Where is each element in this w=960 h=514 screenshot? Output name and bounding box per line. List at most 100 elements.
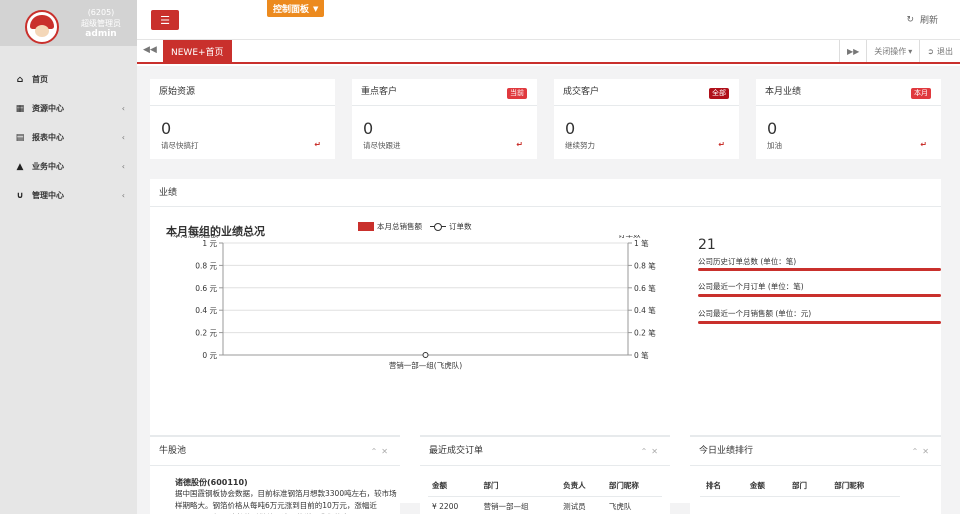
tabs-bar: ◀◀ NEWE+首页 ▶▶ 关闭操作 ▾ ➲ 退出: [137, 40, 960, 64]
chevron-left-icon: ‹: [121, 162, 125, 171]
stat-card-header: 重点客户 当前: [352, 79, 537, 106]
collapse-icon[interactable]: ⌃: [641, 447, 652, 456]
y-tick-label-right: 0.6 笔: [634, 283, 656, 293]
kpi-label: 公司历史订单总数 (单位：笔): [698, 257, 797, 266]
magnet-icon: ∪: [16, 190, 24, 201]
line-point: [422, 352, 429, 358]
y-tick-label-right: 0.2 笔: [634, 328, 656, 338]
logout-button[interactable]: ➲ 退出: [919, 40, 960, 62]
tab-scroll-right-icon[interactable]: ▶▶: [838, 40, 866, 62]
column-header: 排名: [700, 475, 746, 497]
main-content: 原始资源 0 请尽快搞打 ↵ 重点客户 当前 0 请尽快跟进 ↵ 成交客户 全部…: [137, 66, 960, 514]
turn-arrow-icon: ↵: [314, 140, 321, 149]
kpi-label: 公司最近一个月订单 (单位：笔): [698, 282, 804, 291]
table-header-row: 排名 金额 部门 部门昵称: [700, 475, 900, 497]
control-panel-button[interactable]: 控制面板 ▼: [267, 0, 325, 17]
home-icon: ⌂: [16, 74, 24, 85]
logout-label: 退出: [937, 46, 953, 56]
status-badge: 本月: [911, 88, 931, 99]
stat-card-value: 0: [767, 119, 778, 138]
legend-swatch-bar[interactable]: [358, 222, 374, 231]
refresh-button[interactable]: ↻ 刷新: [906, 13, 938, 27]
logout-icon: ➲: [927, 46, 934, 56]
tab-actions: ▶▶ 关闭操作 ▾ ➲ 退出: [838, 40, 960, 62]
column-header: 部门: [479, 475, 560, 497]
user-info: (6205) 超级管理员 admin: [70, 7, 132, 40]
stat-card-header: 本月业绩 本月: [756, 79, 941, 106]
stat-card-value: 0: [161, 119, 172, 138]
refresh-icon: ↻: [906, 14, 914, 25]
stat-card-monthly-performance: 本月业绩 本月 0 加油 ↵: [756, 79, 941, 159]
y-axis-label-left: 本月总销售额: [173, 235, 218, 239]
sidebar-item-resources[interactable]: ▦ 资源中心 ‹: [0, 94, 137, 123]
menu-toggle-button[interactable]: ☰: [151, 10, 179, 30]
refresh-label: 刷新: [919, 16, 938, 26]
y-tick-label-right: 0.4 笔: [634, 305, 656, 315]
stat-card-key-customers: 重点客户 当前 0 请尽快跟进 ↵: [352, 79, 537, 159]
stat-card-value: 0: [565, 119, 576, 138]
turn-arrow-icon: ↵: [920, 140, 927, 149]
caret-down-icon: ▼: [313, 4, 319, 13]
y-tick-label-right: 1 笔: [634, 238, 649, 248]
stat-card-header: 成交客户 全部: [554, 79, 739, 106]
user-name[interactable]: admin: [70, 29, 132, 40]
y-tick-label-left: 1 元: [202, 239, 217, 248]
stat-card-subtitle: 请尽快跟进: [363, 141, 401, 150]
panel-tools: ⌃✕: [371, 437, 392, 466]
column-header: 部门: [788, 475, 831, 497]
stat-card-subtitle: 加油: [767, 141, 782, 150]
column-header: 金额: [745, 475, 789, 497]
column-header: 负责人: [559, 475, 605, 497]
performance-panel-title: 业绩: [150, 179, 941, 207]
stock-pool-panel: 牛股池 ⌃✕ 诸德股份(600110) 据中国霞钢板协会数据，目前标准钢箔月想款…: [150, 435, 400, 514]
legend-swatch-line[interactable]: [430, 222, 446, 231]
x-tick-label: 营销一部—组(飞虎队): [389, 360, 462, 370]
legend-label[interactable]: 本月总销售额: [377, 221, 422, 232]
kpi-total-orders: 21: [698, 237, 716, 253]
sidebar-item-label: 管理中心: [32, 191, 64, 200]
stat-card-value: 0: [363, 119, 374, 138]
recent-orders-panel: 最近成交订单 ⌃✕ 金额 部门 负责人 部门昵称 ¥ 2200 营销一部—组 测…: [420, 435, 670, 514]
column-header: 金额: [428, 475, 480, 497]
sidebar-item-management[interactable]: ∪ 管理中心 ‹: [0, 181, 137, 210]
control-panel-label: 控制面板: [273, 5, 310, 15]
stat-card-title: 成交客户: [563, 87, 600, 97]
close-operations-dropdown[interactable]: 关闭操作 ▾: [866, 40, 919, 62]
tab-home[interactable]: NEWE+首页: [163, 40, 232, 62]
bar-chart-icon: ▤: [15, 132, 25, 143]
close-icon[interactable]: ✕: [381, 447, 392, 456]
sidebar-item-business[interactable]: ▲ 业务中心 ‹: [0, 152, 137, 181]
sidebar: (6205) 超级管理员 admin ⌂ 首页 ▦ 资源中心 ‹ ▤ 报表中心 …: [0, 0, 137, 514]
panel-title: 牛股池: [159, 446, 187, 456]
kpi-label: 公司最近一个月销售额 (单位：元): [698, 309, 812, 318]
panel-header: 牛股池 ⌃✕: [150, 437, 400, 466]
close-icon[interactable]: ✕: [922, 447, 933, 456]
sidebar-menu: ⌂ 首页 ▦ 资源中心 ‹ ▤ 报表中心 ‹ ▲ 业务中心 ‹ ∪ 管理中心 ‹: [0, 65, 137, 210]
y-tick-label-left: 0 元: [202, 351, 217, 360]
daily-ranking-panel: 今日业绩排行 ⌃✕ 排名 金额 部门 部门昵称: [690, 435, 941, 514]
avatar[interactable]: [25, 10, 59, 44]
stock-name: 诸德股份(600110): [175, 478, 248, 487]
table-cell: 营销一部—组: [483, 501, 529, 511]
y-tick-label-left: 0.6 元: [195, 284, 217, 293]
y-tick-label-left: 0.2 元: [195, 329, 217, 338]
legend-label[interactable]: 订单数: [449, 221, 472, 232]
sidebar-item-label: 资源中心: [32, 104, 64, 113]
sidebar-item-reports[interactable]: ▤ 报表中心 ‹: [0, 123, 137, 152]
table-row[interactable]: ¥ 2200 营销一部—组 测试员 飞虎队: [428, 496, 662, 514]
table-cell: 测试员: [563, 501, 586, 511]
sidebar-item-home[interactable]: ⌂ 首页: [0, 65, 137, 94]
y-axis-label-right: 订单数: [618, 235, 641, 239]
close-icon[interactable]: ✕: [651, 447, 662, 456]
collapse-icon[interactable]: ⌃: [912, 447, 923, 456]
chevron-left-icon: ‹: [121, 191, 125, 200]
graduation-cap-icon: ▲: [16, 161, 24, 172]
sidebar-item-label: 业务中心: [32, 162, 64, 171]
status-badge: 全部: [709, 88, 729, 99]
performance-chart: 0 元 0 笔 0.2 元 0.2 笔 0.4 元 0.4 笔 0.6 元 0.6 笔 0.8 …: [173, 235, 656, 370]
stat-card-title: 本月业绩: [765, 87, 802, 97]
panel-header: 最近成交订单 ⌃✕: [420, 437, 670, 466]
tab-scroll-left-icon[interactable]: ◀◀: [143, 45, 157, 55]
chevron-left-icon: ‹: [121, 133, 125, 142]
collapse-icon[interactable]: ⌃: [371, 447, 382, 456]
